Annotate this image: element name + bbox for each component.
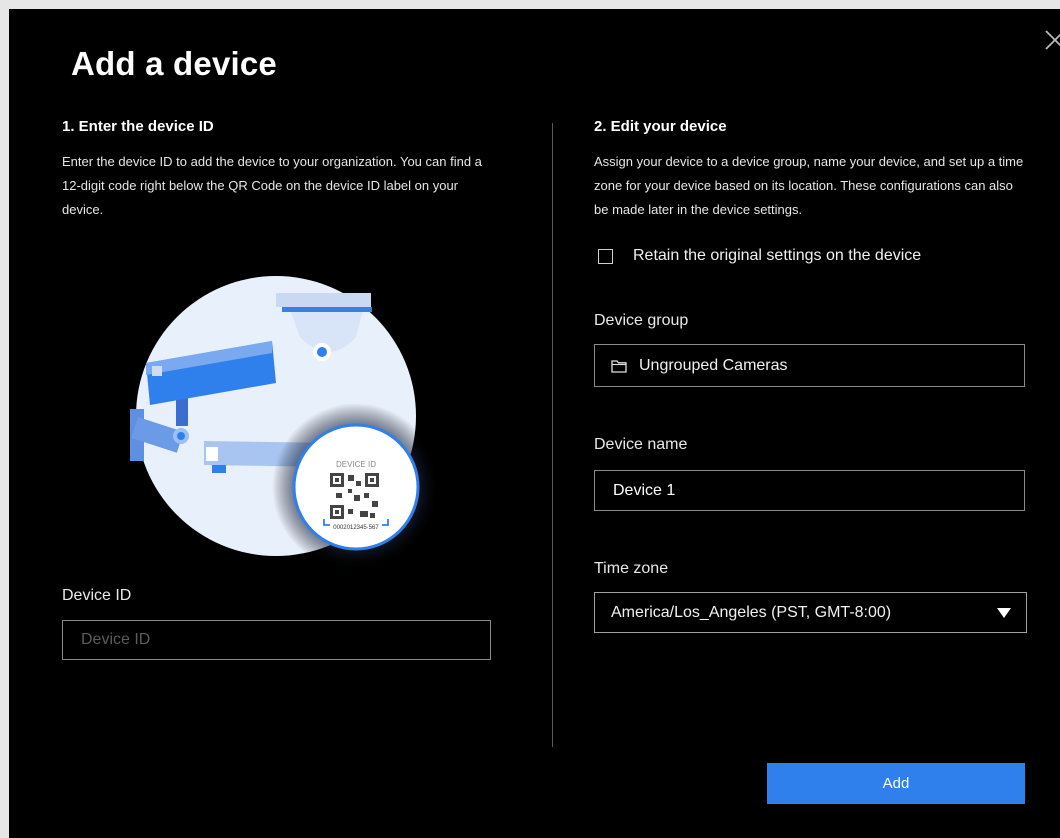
- device-name-input[interactable]: [594, 470, 1025, 511]
- qr-code-number: 0002012345·567: [333, 525, 379, 531]
- folder-icon: [611, 359, 627, 373]
- time-zone-label: Time zone: [594, 560, 669, 577]
- close-icon[interactable]: [1042, 27, 1060, 53]
- device-id-input[interactable]: [62, 620, 491, 660]
- qr-label: DEVICE ID: [336, 460, 376, 469]
- device-id-illustration: DEVICE ID 0002012345·567: [130, 276, 440, 571]
- step2-description: Assign your device to a device group, na…: [594, 154, 1024, 217]
- step2-title: 2. Edit your device: [594, 118, 727, 135]
- add-device-dialog: Add a device 1. Enter the device ID Ente…: [9, 9, 1060, 838]
- device-group-value: Ungrouped Cameras: [639, 356, 788, 374]
- step1-title: 1. Enter the device ID: [62, 118, 214, 135]
- device-name-label: Device name: [594, 436, 688, 453]
- time-zone-select[interactable]: America/Los_Angeles (PST, GMT-8:00): [594, 592, 1027, 633]
- device-group-selector[interactable]: Ungrouped Cameras: [594, 344, 1025, 387]
- column-divider: [552, 123, 553, 747]
- time-zone-value: America/Los_Angeles (PST, GMT-8:00): [611, 603, 892, 621]
- caret-down-icon: [997, 607, 1011, 618]
- retain-settings-label[interactable]: Retain the original settings on the devi…: [633, 247, 921, 265]
- dialog-title: Add a device: [71, 45, 277, 82]
- device-id-label: Device ID: [62, 587, 132, 604]
- add-button[interactable]: Add: [767, 763, 1025, 804]
- step1-description: Enter the device ID to add the device to…: [62, 154, 482, 217]
- device-group-label: Device group: [594, 312, 689, 329]
- retain-settings-checkbox[interactable]: [598, 249, 613, 264]
